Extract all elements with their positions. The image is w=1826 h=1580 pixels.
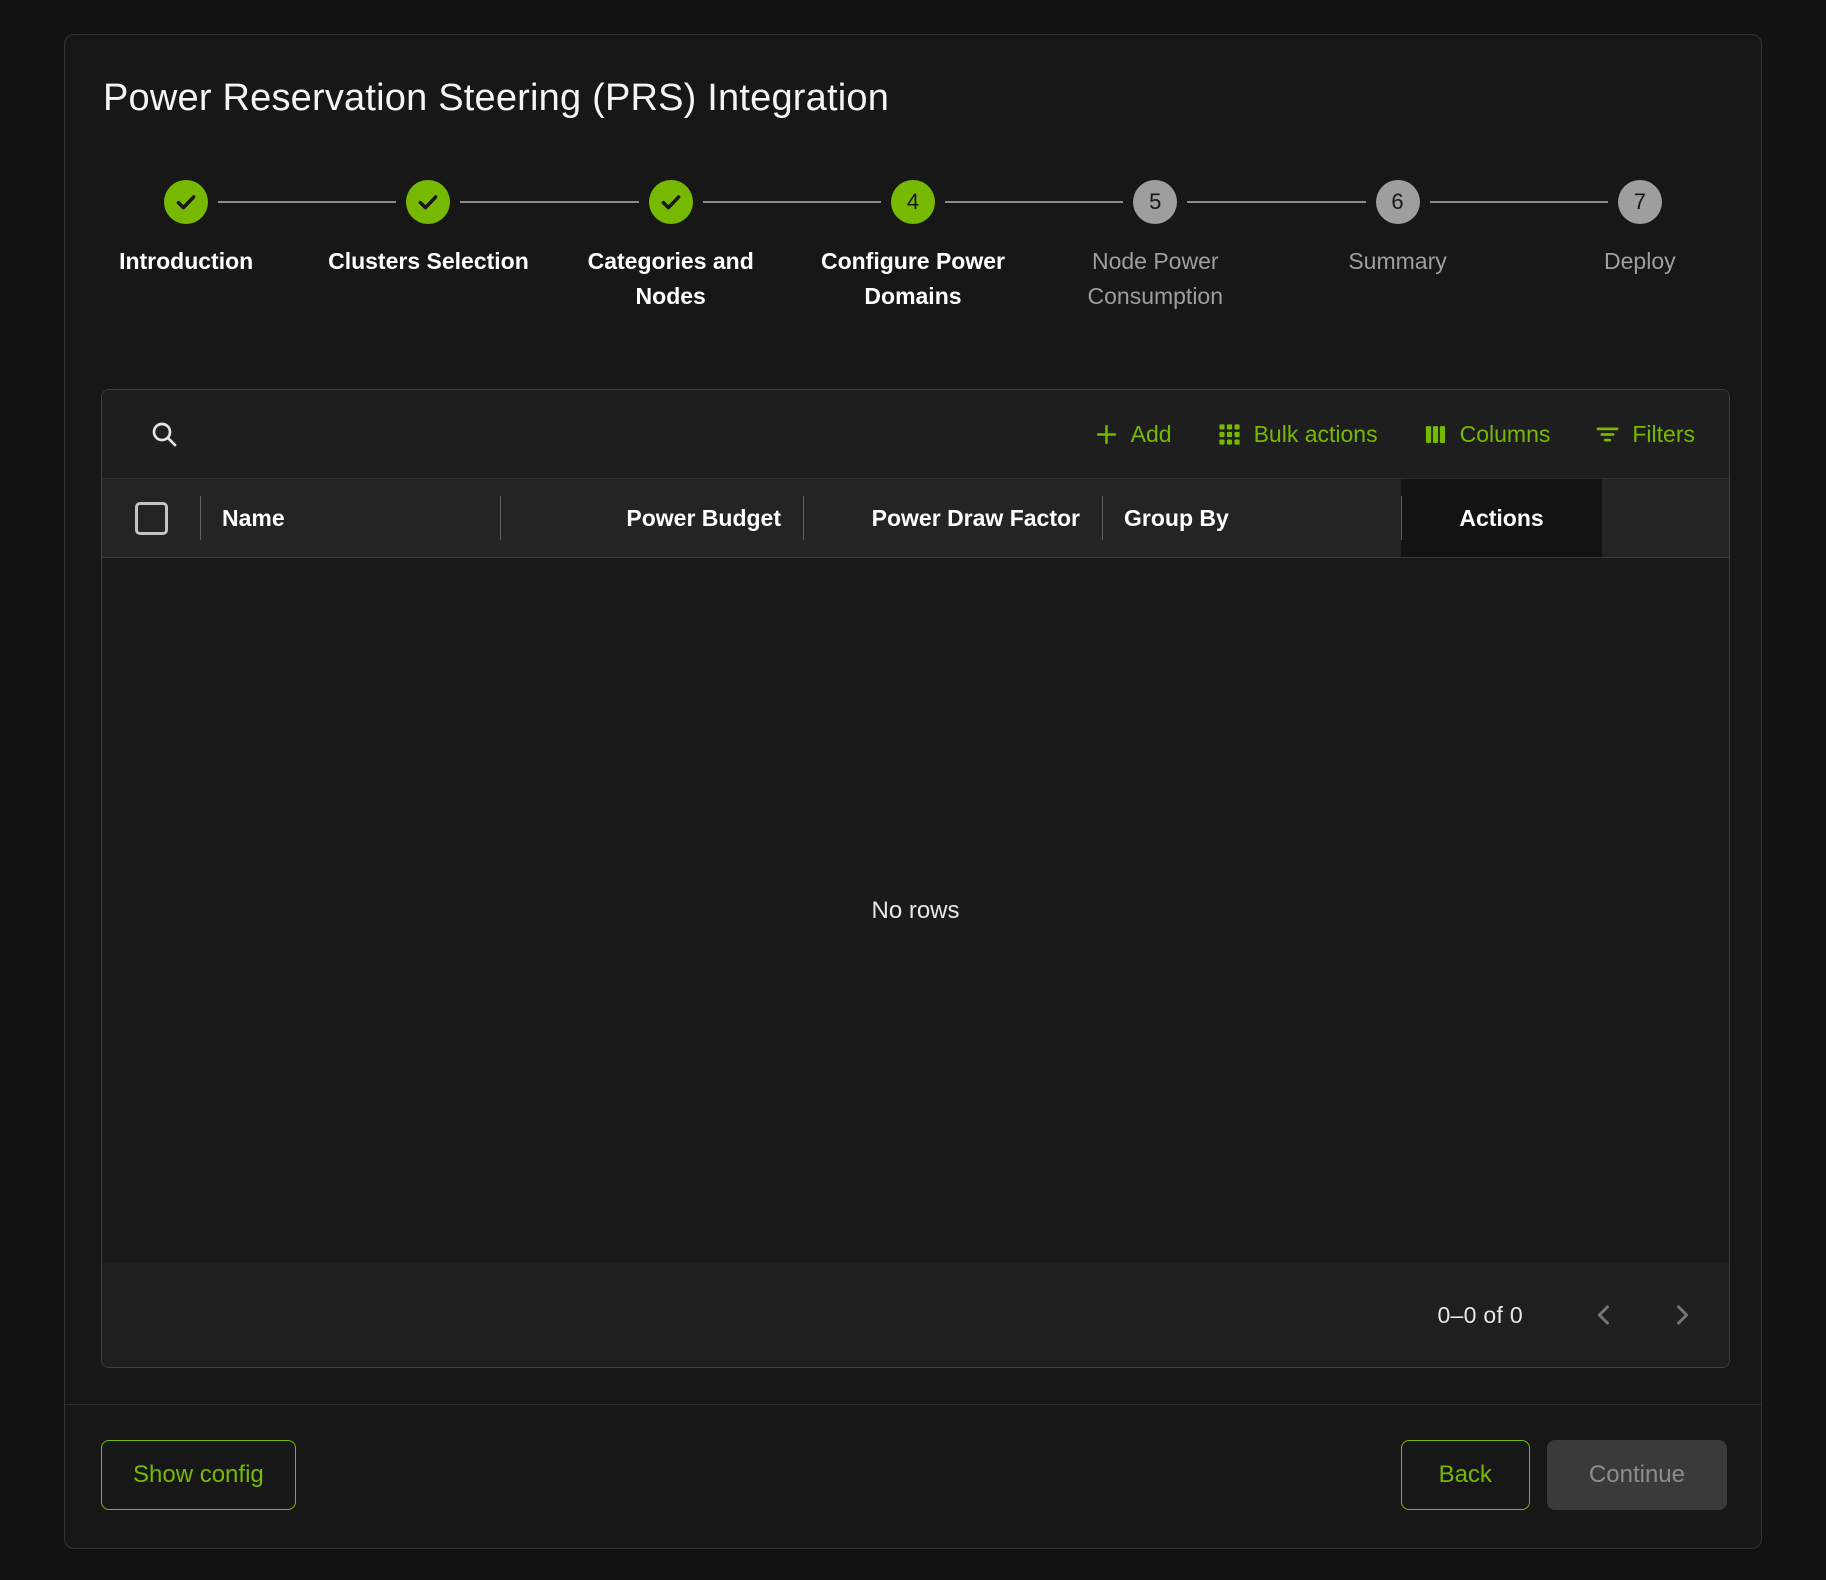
step-number: 7 [1634,189,1646,215]
bulk-actions-label: Bulk actions [1254,421,1378,448]
plus-icon [1093,421,1120,448]
step-clusters-selection[interactable]: Clusters Selection [307,180,549,313]
column-header-group-by[interactable]: Group By [1102,479,1401,557]
step-indicator[interactable] [164,180,208,224]
chevron-left-icon[interactable] [1581,1292,1627,1338]
step-introduction[interactable]: Introduction [65,180,307,313]
table-pagination: 0–0 of 0 [102,1263,1729,1367]
step-indicator: 7 [1618,180,1662,224]
step-indicator[interactable] [649,180,693,224]
pagination-range-label: 0–0 of 0 [1437,1302,1523,1329]
step-number: 6 [1391,189,1403,215]
wizard-action-bar: Show config Back Continue [101,1440,1727,1510]
columns-button-label: Columns [1460,421,1551,448]
step-indicator[interactable]: 4 [891,180,935,224]
step-label: Introduction [119,244,253,279]
grid-icon [1216,421,1243,448]
step-number: 4 [907,189,919,215]
table-toolbar: Add Bulk actions Colum [102,390,1729,479]
step-node-power-consumption: 5 Node Power Consumption [1034,180,1276,313]
step-label: Summary [1348,244,1446,279]
add-button-label: Add [1131,421,1172,448]
column-header-power-draw-factor[interactable]: Power Draw Factor [803,479,1102,557]
power-domains-table: Add Bulk actions Colum [101,389,1730,1368]
step-summary: 6 Summary [1276,180,1518,313]
filters-button[interactable]: Filters [1594,421,1695,448]
table-body: No rows [102,558,1729,1263]
step-number: 5 [1149,189,1161,215]
step-label: Clusters Selection [328,244,529,279]
filter-icon [1594,421,1621,448]
step-indicator: 5 [1133,180,1177,224]
columns-icon [1422,421,1449,448]
select-all-checkbox[interactable] [135,502,168,535]
step-categories-and-nodes[interactable]: Categories and Nodes [550,180,792,313]
check-icon [415,189,441,215]
footer-divider [65,1404,1761,1405]
step-label: Categories and Nodes [562,244,780,313]
add-button[interactable]: Add [1093,421,1172,448]
nav-buttons-group: Back Continue [1401,1440,1727,1510]
step-indicator[interactable] [406,180,450,224]
columns-button[interactable]: Columns [1422,421,1551,448]
wizard-stepper: Introduction Clusters Selection Categori… [65,180,1761,313]
step-label: Configure Power Domains [804,244,1022,313]
table-header-row: Name Power Budget Power Draw Factor Grou… [102,479,1729,558]
search-icon[interactable] [148,418,180,450]
chevron-right-icon[interactable] [1659,1292,1705,1338]
empty-rows-message: No rows [871,897,959,925]
step-indicator: 6 [1376,180,1420,224]
show-config-button[interactable]: Show config [101,1440,296,1510]
step-label: Deploy [1604,244,1676,279]
page-title: Power Reservation Steering (PRS) Integra… [103,77,1761,120]
step-label: Node Power Consumption [1046,244,1264,313]
back-button[interactable]: Back [1401,1440,1530,1510]
step-deploy: 7 Deploy [1519,180,1761,313]
step-configure-power-domains[interactable]: 4 Configure Power Domains [792,180,1034,313]
wizard-card: Power Reservation Steering (PRS) Integra… [64,34,1762,1549]
column-header-name[interactable]: Name [200,479,500,557]
column-header-actions: Actions [1401,479,1602,557]
bulk-actions-button[interactable]: Bulk actions [1216,421,1378,448]
continue-button[interactable]: Continue [1547,1440,1727,1510]
column-header-power-budget[interactable]: Power Budget [500,479,803,557]
column-header-spacer [1602,479,1729,557]
check-icon [173,189,199,215]
check-icon [658,189,684,215]
select-all-cell [102,479,200,557]
filters-button-label: Filters [1632,421,1695,448]
